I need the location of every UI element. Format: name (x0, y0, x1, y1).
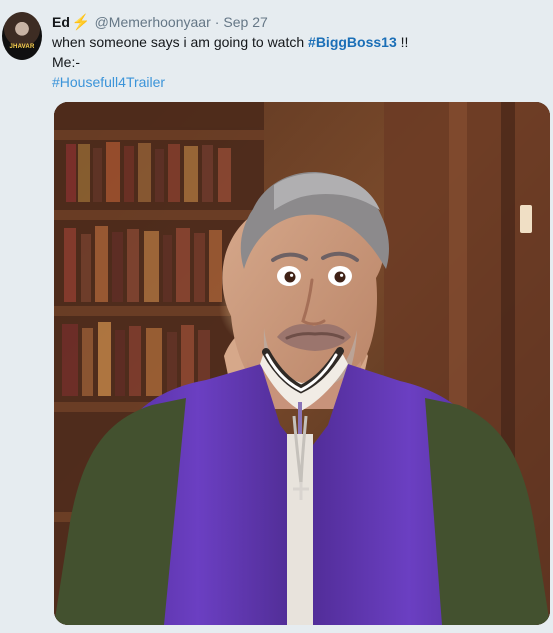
avatar-label: JHAVAR (9, 44, 35, 50)
tweet-text-suffix: !! (396, 34, 409, 50)
tweet-text-line-2: Me:- (52, 54, 80, 70)
tweet-header: Ed ⚡ @Memerhoonyaar · Sep 27 (52, 12, 268, 32)
display-name[interactable]: Ed (52, 14, 70, 30)
username-handle[interactable]: @Memerhoonyaar (95, 14, 211, 30)
hashtag-biggboss13[interactable]: #BiggBoss13 (308, 34, 397, 50)
tweet-text-line-1: when someone says i am going to watch #B… (52, 34, 408, 50)
tweet-image[interactable] (54, 102, 550, 625)
user-avatar[interactable]: JHAVAR (2, 12, 42, 60)
meme-photo (54, 102, 550, 625)
separator-dot: · (214, 14, 220, 30)
lightning-icon: ⚡ (71, 13, 91, 31)
hashtag-housefull4trailer[interactable]: #Housefull4Trailer (52, 74, 165, 90)
tweet-text-prefix: when someone says i am going to watch (52, 34, 309, 50)
tweet-card: JHAVAR Ed ⚡ @Memerhoonyaar · Sep 27 when… (0, 0, 553, 633)
small-wall-light (520, 205, 532, 233)
tweet-date[interactable]: Sep 27 (223, 14, 267, 30)
